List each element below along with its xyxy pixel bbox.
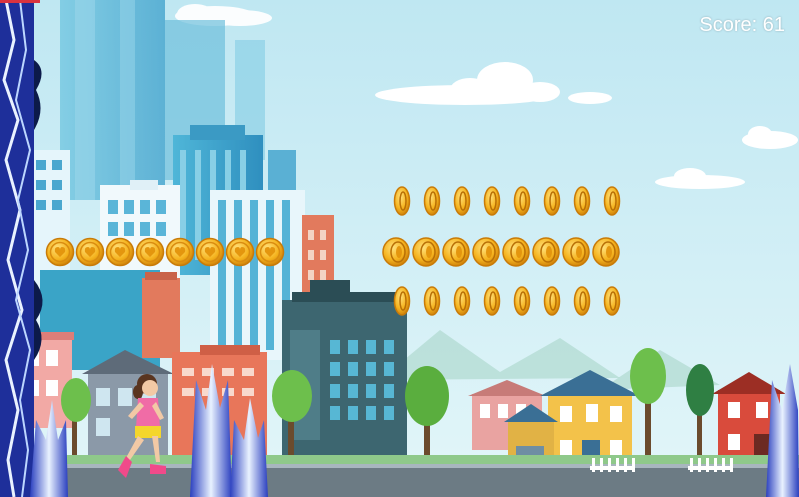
score-label: Score: <box>699 14 758 36</box>
runner-character <box>118 374 166 478</box>
score-value: 61 <box>762 14 785 36</box>
game-stage: Score: 61 <box>0 0 799 497</box>
score-display: Score: 61 <box>699 14 785 37</box>
